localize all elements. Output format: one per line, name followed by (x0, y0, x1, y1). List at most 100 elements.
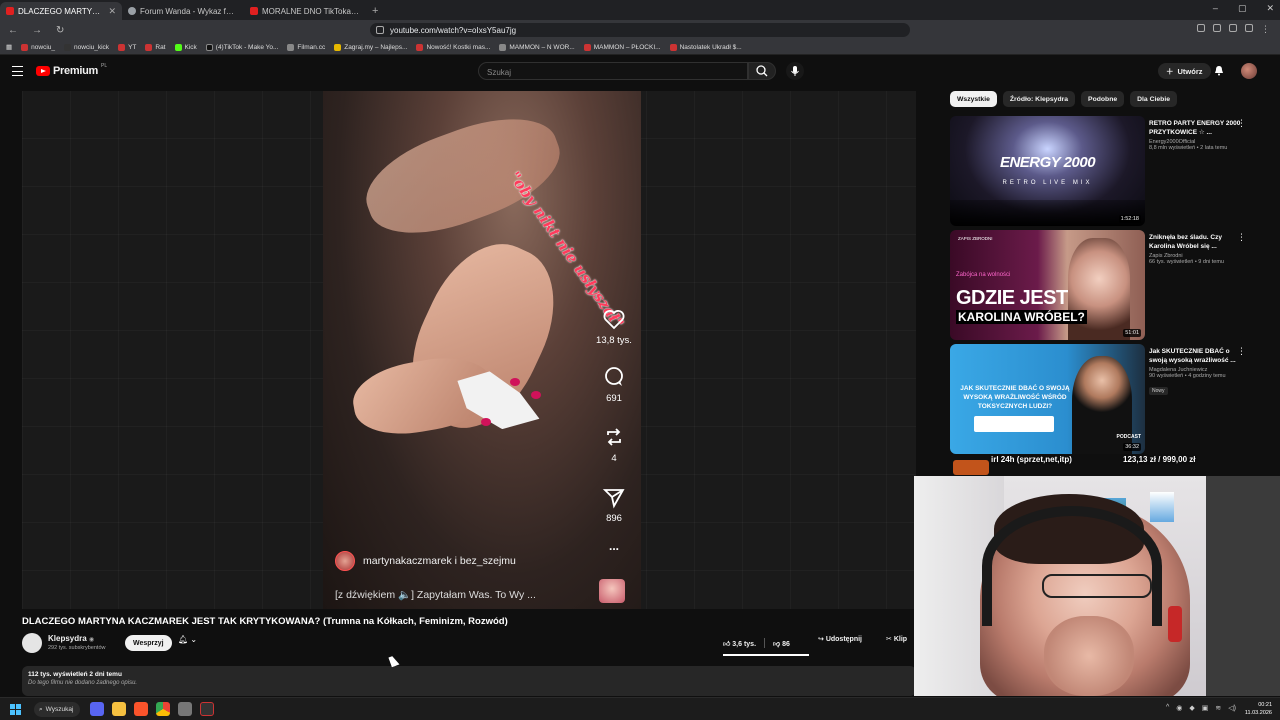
more-options-icon[interactable]: ⋮ (1237, 232, 1246, 243)
forward-icon[interactable]: → (32, 25, 42, 36)
video-thumbnail[interactable]: JAK SKUTECZNIE DBAĆ O SWOJĄ WYSOKĄ WRAŻL… (950, 344, 1145, 454)
taskbar-clock[interactable]: 00:21 11.03.2026 (1245, 701, 1272, 717)
wifi-icon[interactable]: ≋ (1215, 704, 1221, 712)
recommended-video[interactable]: ZAPIS ZBRODNI Zabójca na wolności GDZIE … (950, 230, 1270, 340)
chip-all[interactable]: Wszystkie (950, 91, 997, 107)
bookmark[interactable]: YT (118, 43, 136, 51)
system-tray: ^ ◉ ◆ ▣ ≋ ◁) (1166, 704, 1236, 712)
streamer-hand (1044, 616, 1134, 696)
taskbar-search[interactable]: ⌕ Wyszukaj (34, 702, 80, 717)
recommended-video[interactable]: ENERGY 2000 RETRO LIVE MIX 1:52:18 RETRO… (950, 116, 1270, 226)
bookmark[interactable]: MAMMON – PŁOCKI... (583, 43, 661, 51)
menu-icon[interactable] (12, 66, 23, 76)
bookmark[interactable]: (4)TikTok - Make Yo... (205, 43, 278, 51)
browser-tab-active[interactable]: DLACZEGO MARTYNA KACZM ✕ (0, 2, 122, 20)
subscription-bell-button[interactable]: 🔔︎ ⌄ (178, 635, 208, 651)
more-options-icon[interactable]: ⋮ (1237, 118, 1246, 129)
bookmark[interactable]: Zagraj.my – Najleps... (334, 43, 407, 51)
browser-tab[interactable]: Forum Wanda - Wykaz forów (122, 2, 244, 20)
thumbnail-text: ENERGY 2000 (999, 154, 1096, 171)
video-thumbnail[interactable]: ENERGY 2000 RETRO LIVE MIX 1:52:18 (950, 116, 1145, 226)
shorts-like[interactable]: 13,8 tys. (589, 307, 639, 346)
dislike-button[interactable]: 👎︎ 86 (773, 639, 790, 648)
shorts-repost[interactable]: 4 (589, 425, 639, 464)
extension-icon[interactable] (1197, 24, 1205, 32)
maximize-button[interactable]: ▢ (1238, 3, 1247, 14)
tray-icon[interactable]: ◉ (1176, 704, 1182, 712)
extension-icon[interactable] (1245, 24, 1253, 32)
bookmark-icon (287, 43, 295, 51)
recommended-meta: 90 wyświetleń • 4 godziny temu (1149, 373, 1226, 379)
shorts-more-icon[interactable]: ... (589, 539, 639, 553)
address-bar[interactable]: youtube.com/watch?v=oIxsY5au7jg (370, 23, 910, 37)
tab-title: MORALNE DNO TikToka - YouTube (262, 6, 360, 16)
bookmark[interactable]: Nowość! Kostki mas... (416, 43, 490, 51)
shorts-channel-name: martynakaczmarek i bez_szejmu (363, 555, 516, 567)
voice-search-button[interactable] (786, 62, 804, 80)
brave-browser-icon[interactable] (134, 702, 148, 716)
search-button[interactable] (748, 62, 776, 80)
site-info-icon[interactable] (376, 26, 384, 34)
chip-similar[interactable]: Podobne (1081, 91, 1125, 107)
tray-icon[interactable]: ▣ (1202, 704, 1209, 712)
chip-for-you[interactable]: Dla Ciebie (1130, 91, 1177, 107)
thumbs-up-icon: 👍︎ (723, 640, 731, 648)
support-button[interactable]: Wesprzyj (125, 635, 172, 651)
shorts-channel[interactable]: martynakaczmarek i bez_szejmu (335, 551, 516, 571)
bookmark[interactable]: Kick (174, 43, 197, 51)
streamer-webcam (914, 476, 1280, 696)
like-button[interactable]: 👍︎ 3,6 tys. (723, 639, 756, 648)
nail (531, 391, 541, 399)
tab-title: DLACZEGO MARTYNA KACZM (18, 6, 104, 16)
bookmark[interactable]: Filman.cc (287, 43, 325, 51)
bookmark[interactable]: Nastolatek Ukradł $... (669, 43, 742, 51)
back-icon[interactable]: ← (8, 25, 18, 36)
chrome-icon[interactable] (156, 702, 170, 716)
bookmark[interactable]: nowciu_ (21, 43, 55, 51)
tray-icon[interactable]: ◆ (1189, 704, 1194, 712)
minimize-button[interactable]: – (1213, 3, 1218, 14)
search-input[interactable]: Szukaj (478, 62, 748, 80)
user-avatar[interactable] (1241, 63, 1257, 79)
clip-button[interactable]: ✂ Klip (886, 635, 907, 643)
reload-icon[interactable]: ↻ (56, 25, 64, 36)
thumbs-down-icon: 👎︎ (773, 640, 781, 648)
close-window-button[interactable]: ✕ (1266, 3, 1274, 14)
tray-chevron-icon[interactable]: ^ (1166, 704, 1169, 712)
file-explorer-icon[interactable] (112, 702, 126, 716)
shorts-share[interactable]: 896 (589, 485, 639, 524)
channel-avatar[interactable] (22, 633, 42, 653)
bookmark[interactable]: nowciu_kick (64, 43, 109, 51)
video-player[interactable]: "oby nikt nie usłyszał" 13,8 tys. 691 4 … (22, 91, 916, 609)
tab-close-icon[interactable]: ✕ (108, 6, 116, 17)
bookmark-icon (416, 43, 424, 51)
menu-dots-icon[interactable]: ⋮ (1261, 24, 1270, 35)
extension-icon[interactable] (1213, 24, 1221, 32)
bookmark[interactable]: Rat (145, 43, 166, 51)
recommended-video[interactable]: JAK SKUTECZNIE DBAĆ O SWOJĄ WYSOKĄ WRAŻL… (950, 344, 1270, 454)
browser-tab[interactable]: MORALNE DNO TikToka - YouTube (244, 2, 366, 20)
obs-icon[interactable] (200, 702, 214, 716)
logo-text: Premium (53, 65, 98, 77)
app-icon[interactable] (178, 702, 192, 716)
share-button[interactable]: ↪ Udostępnij (818, 635, 862, 643)
discord-icon[interactable] (90, 702, 104, 716)
channel-name[interactable]: Klepsydra ◉ (48, 634, 94, 643)
create-button[interactable]: ＋ Utwórz (1158, 63, 1211, 79)
shorts-comments[interactable]: 691 (589, 365, 639, 404)
notifications-bell-icon[interactable] (1214, 65, 1224, 76)
shorts-sound-thumbnail[interactable] (599, 579, 625, 603)
windows-start-icon[interactable] (10, 704, 21, 715)
bookmark[interactable]: MAMMON – N WOR... (499, 43, 575, 51)
video-thumbnail[interactable]: ZAPIS ZBRODNI Zabójca na wolności GDZIE … (950, 230, 1145, 340)
extension-icon[interactable] (1229, 24, 1237, 32)
thumbnail-channel-mark: ZAPIS ZBRODNI (958, 236, 993, 241)
chip-source[interactable]: Źródło: Klepsydra (1002, 91, 1076, 107)
volume-icon[interactable]: ◁) (1228, 704, 1236, 712)
description-box[interactable]: 112 tys. wyświetleń 2 dni temu Do tego f… (22, 666, 916, 696)
bookmark-label: Rat (155, 43, 166, 51)
new-tab-button[interactable]: + (366, 5, 384, 20)
youtube-logo[interactable]: Premium PL (36, 63, 107, 77)
apps-grid-icon[interactable]: ▦ (6, 43, 12, 51)
more-options-icon[interactable]: ⋮ (1237, 346, 1246, 357)
